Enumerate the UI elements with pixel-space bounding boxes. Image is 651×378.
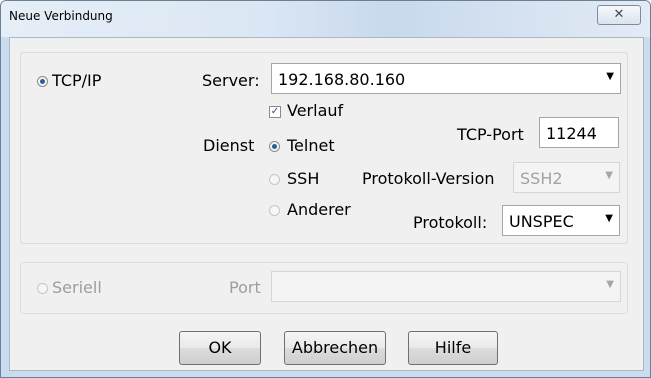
server-label: Server:	[202, 71, 260, 90]
help-button[interactable]: Hilfe	[408, 331, 498, 365]
close-button[interactable]: ✕	[597, 5, 641, 25]
protocol-value: UNSPEC	[509, 212, 574, 231]
server-value: 192.168.80.160	[278, 70, 406, 89]
dialog-window: Neue Verbindung ✕ TCP/IP Server: 192.168…	[0, 0, 651, 378]
chevron-down-icon[interactable]: ▼	[606, 71, 614, 82]
radio-icon-tcpip[interactable]	[37, 76, 48, 87]
radio-icon-serial[interactable]	[37, 283, 48, 294]
service-label: Dienst	[203, 136, 255, 155]
cancel-button[interactable]: Abbrechen	[284, 331, 386, 365]
tcp-port-input[interactable]: 11244	[539, 117, 619, 148]
chevron-down-icon[interactable]: ▼	[605, 213, 613, 224]
serial-radio-label[interactable]: Seriell	[52, 278, 102, 297]
protocol-select[interactable]: UNSPEC ▼	[502, 205, 620, 236]
history-checkbox-label[interactable]: Verlauf	[287, 101, 343, 120]
chevron-down-icon: ▼	[605, 170, 613, 181]
radio-icon-telnet[interactable]	[269, 141, 280, 152]
tcpip-radio-label[interactable]: TCP/IP	[52, 71, 101, 90]
checkbox-icon-history[interactable]: ✓	[269, 106, 281, 118]
radio-icon-other[interactable]	[269, 205, 280, 216]
ok-button[interactable]: OK	[179, 331, 261, 365]
server-combobox[interactable]: 192.168.80.160 ▼	[271, 63, 621, 94]
tcp-port-label: TCP-Port	[457, 125, 524, 144]
chevron-down-icon: ▼	[606, 279, 614, 290]
service-telnet-label[interactable]: Telnet	[287, 136, 335, 155]
tcp-port-value: 11244	[546, 124, 597, 143]
title-bar[interactable]: Neue Verbindung ✕	[1, 1, 650, 37]
close-icon: ✕	[613, 7, 625, 22]
protocol-version-select: SSH2 ▼	[513, 162, 620, 193]
service-ssh-label[interactable]: SSH	[287, 169, 319, 188]
service-other-label[interactable]: Anderer	[287, 200, 351, 219]
protocol-version-label: Protokoll-Version	[362, 169, 495, 188]
window-title: Neue Verbindung	[9, 9, 113, 23]
port-select: ▼	[271, 271, 621, 302]
protocol-version-value: SSH2	[520, 169, 563, 188]
port-label: Port	[229, 278, 261, 297]
tcpip-group: TCP/IP Server: 192.168.80.160 ▼ ✓ Verlau…	[20, 52, 628, 244]
radio-icon-ssh[interactable]	[269, 174, 280, 185]
serial-group: Seriell Port ▼	[20, 262, 628, 314]
dialog-content: TCP/IP Server: 192.168.80.160 ▼ ✓ Verlau…	[9, 37, 644, 371]
protocol-label: Protokoll:	[413, 213, 488, 232]
